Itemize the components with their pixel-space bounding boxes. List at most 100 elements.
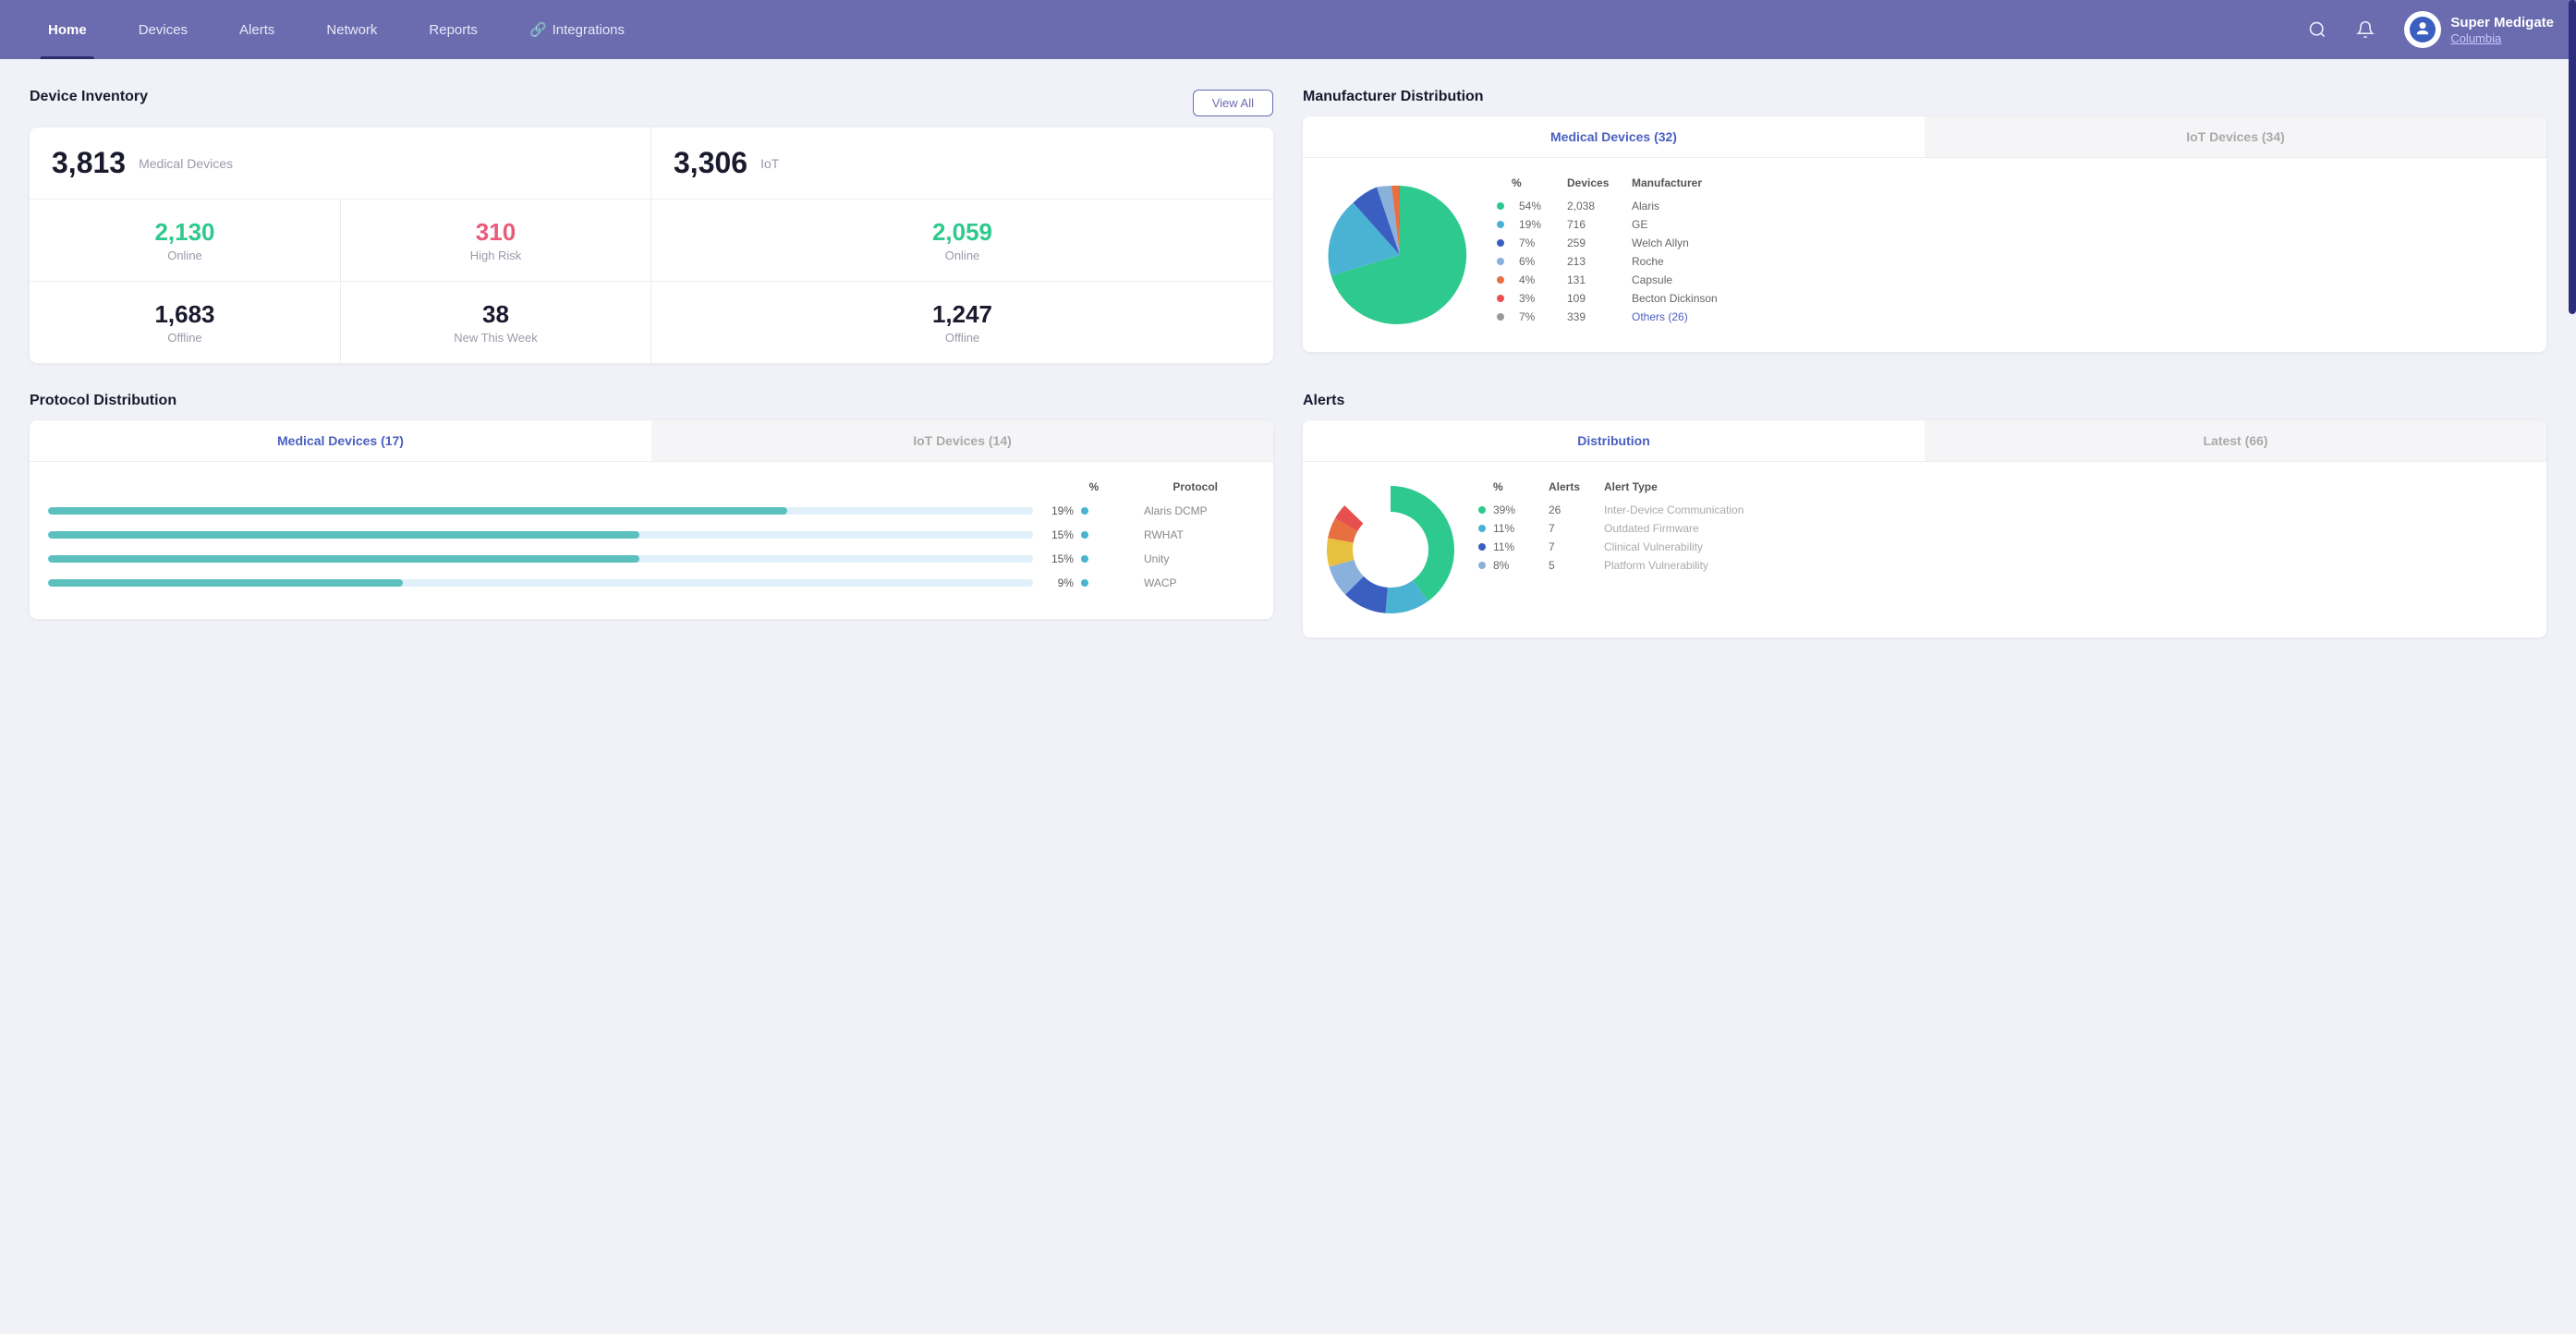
search-button[interactable] [2301,13,2334,46]
manufacturer-legend: % Devices Manufacturer 54% 2,038 Alaris … [1497,176,2528,334]
alert-type: Platform Vulnerability [1604,559,2528,572]
proto-bar-fill [48,579,403,587]
new-week-count: 38 [482,300,509,329]
proto-dot [1081,555,1088,563]
notifications-button[interactable] [2349,13,2382,46]
nav-integrations[interactable]: 🔗 Integrations [504,0,650,59]
online-stat: 2,130 Online [30,200,340,281]
user-org[interactable]: Columbia [2450,31,2554,45]
proto-pct: 19% [1040,504,1074,517]
legend-pct: 54% [1512,200,1567,212]
user-info: Super Medigate Columbia [2450,15,2554,45]
alert-count: 7 [1549,522,1604,535]
protocol-section: Protocol Distribution Medical Devices (1… [30,393,1273,637]
alert-legend-row: 39% 26 Inter-Device Communication [1478,501,2528,519]
manufacturer-name: GE [1632,218,2528,231]
inventory-header: Device Inventory View All [30,89,1273,116]
legend-row: 54% 2,038 Alaris [1497,197,2528,215]
manufacturer-name: Welch Allyn [1632,236,2528,249]
alert-rows: 39% 26 Inter-Device Communication 11% 7 … [1478,501,2528,575]
alert-pct-header: % [1493,480,1549,493]
proto-bar-bg [48,531,1033,539]
others-link[interactable]: Others (26) [1632,310,2528,323]
alert-dot [1478,543,1486,551]
legend-dot [1497,258,1504,265]
legend-row: 6% 213 Roche [1497,252,2528,271]
legend-pct: 3% [1512,292,1567,305]
protocol-row: 15% RWHAT [48,528,1255,541]
protocol-row: 15% Unity [48,552,1255,565]
alert-type-header: Alert Type [1604,480,2528,493]
proto-dot [1081,579,1088,587]
alert-type: Clinical Vulnerability [1604,540,2528,553]
iot-online-count: 2,059 [932,218,992,247]
scrollbar[interactable] [2569,0,2576,314]
medical-count-label: Medical Devices [139,156,233,171]
nav-icon-group: Super Medigate Columbia [2301,11,2554,48]
nav-reports[interactable]: Reports [403,0,504,59]
proto-bar-fill [48,555,639,563]
proto-pct-header: % [1089,480,1100,493]
proto-bar-fill [48,507,787,515]
alerts-tabs: Distribution Latest (66) [1303,420,2546,462]
alert-count-header: Alerts [1549,480,1604,493]
online-count: 2,130 [154,218,214,247]
new-week-stat: 38 New This Week [340,282,650,363]
protocol-chart: % Protocol 19% Alaris DCMP 15% RWHAT [30,462,1273,619]
offline-label: Offline [167,331,201,345]
medical-devices-count: 3,813 Medical Devices [30,127,651,199]
nav-devices[interactable]: Devices [113,0,213,59]
tab-latest[interactable]: Latest (66) [1925,420,2546,461]
alert-dot [1478,525,1486,532]
proto-bar-bg [48,555,1033,563]
nav-home[interactable]: Home [22,0,113,59]
manufacturer-section: Manufacturer Distribution Medical Device… [1303,89,2546,363]
nav-alerts[interactable]: Alerts [213,0,300,59]
tab-protocol-medical[interactable]: Medical Devices (17) [30,420,651,461]
alert-pct: 39% [1493,503,1549,516]
alert-legend-row: 8% 5 Platform Vulnerability [1478,556,2528,575]
proto-name: Alaris DCMP [1144,504,1255,517]
bell-icon [2356,20,2375,39]
medical-stats: 2,130 Online 310 High Risk 1,683 O [30,200,651,363]
tab-distribution[interactable]: Distribution [1303,420,1925,461]
iot-online-label: Online [945,249,980,262]
search-icon [2308,20,2327,39]
legend-pct: 4% [1512,273,1567,286]
proto-pct: 15% [1040,552,1074,565]
nav-network[interactable]: Network [300,0,403,59]
legend-dot [1497,202,1504,210]
alert-type: Inter-Device Communication [1604,503,2528,516]
highrisk-label: High Risk [470,249,522,262]
legend-devices: 2,038 [1567,200,1632,212]
tab-protocol-iot[interactable]: IoT Devices (14) [651,420,1273,461]
alert-dot [1478,506,1486,514]
alert-count: 26 [1549,503,1604,516]
view-all-button[interactable]: View All [1193,90,1273,116]
iot-offline-label: Offline [945,331,979,345]
user-name: Super Medigate [2450,15,2554,31]
alert-count: 5 [1549,559,1604,572]
integrations-icon: 🔗 [529,21,547,38]
tab-medical-devices[interactable]: Medical Devices (32) [1303,116,1925,157]
user-profile[interactable]: Super Medigate Columbia [2404,11,2554,48]
manufacturer-name: Alaris [1632,200,2528,212]
iot-offline-stat: 1,247 Offline [651,282,1273,363]
inventory-card-inner: 3,813 Medical Devices 3,306 IoT 2,130 [30,127,1273,363]
legend-pct: 7% [1512,236,1567,249]
alert-legend-row: 11% 7 Clinical Vulnerability [1478,538,2528,556]
manufacturer-name: Roche [1632,255,2528,268]
legend-pct: 6% [1512,255,1567,268]
col-manufacturer-header: Manufacturer [1632,176,2528,189]
manufacturer-name: Becton Dickinson [1632,292,2528,305]
protocol-tabs: Medical Devices (17) IoT Devices (14) [30,420,1273,462]
protocol-row: 9% WACP [48,576,1255,589]
tab-iot-devices[interactable]: IoT Devices (34) [1925,116,2546,157]
alert-pct: 8% [1493,559,1549,572]
col-pct-header: % [1512,176,1567,189]
device-inventory-section: Device Inventory View All 3,813 Medical … [30,89,1273,363]
proto-name: RWHAT [1144,528,1255,541]
proto-bar-bg [48,579,1033,587]
new-week-label: New This Week [454,331,538,345]
manufacturer-tabs: Medical Devices (32) IoT Devices (34) [1303,116,2546,158]
